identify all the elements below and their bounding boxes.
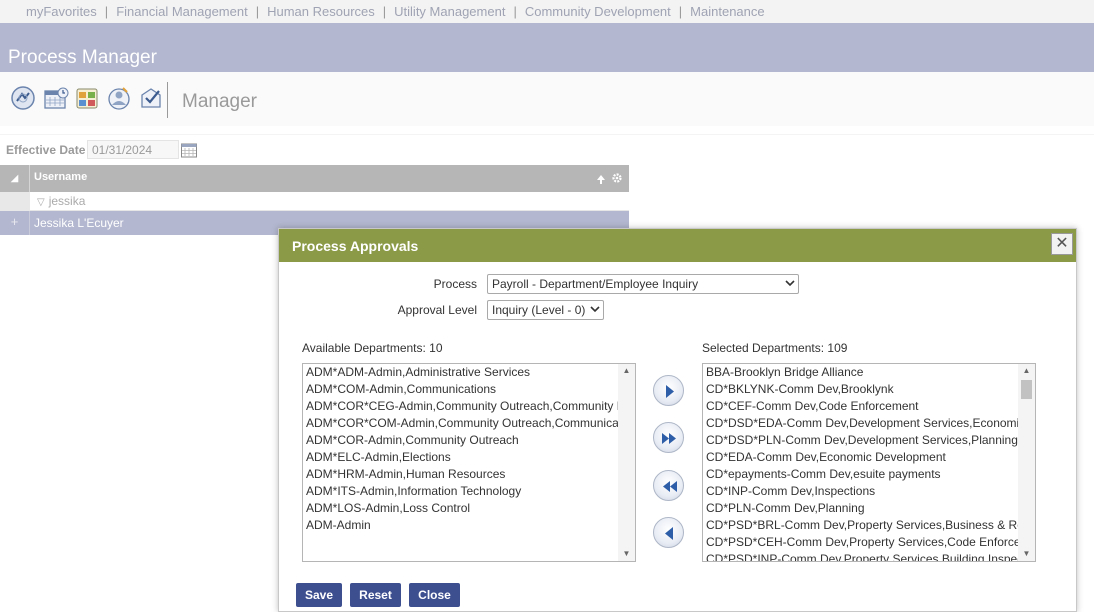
arrow-left-icon bbox=[665, 527, 673, 540]
list-item[interactable]: CD*PLN-Comm Dev,Planning bbox=[703, 500, 1020, 517]
scrollbar[interactable]: ▲ ▼ bbox=[618, 364, 635, 561]
close-button[interactable]: Close bbox=[409, 583, 460, 607]
toolbar: Manager bbox=[0, 72, 1094, 126]
collapse-icon[interactable]: ◢ bbox=[0, 165, 30, 192]
filter-icon: ▽ bbox=[37, 197, 45, 208]
process-select-value: Payroll - Department/Employee Inquiry bbox=[492, 277, 699, 291]
page-title: Process Manager bbox=[8, 47, 157, 68]
gear-icon[interactable] bbox=[611, 172, 623, 184]
username-filter-input[interactable]: ▽ jessika bbox=[31, 193, 628, 210]
list-item[interactable]: ADM*ADM-Admin,Administrative Services bbox=[303, 364, 635, 381]
selected-departments-list[interactable]: BBA-Brooklyn Bridge Alliance CD*BKLYNK-C… bbox=[702, 363, 1036, 562]
username-column-header[interactable]: Username bbox=[34, 171, 87, 183]
divider bbox=[0, 134, 1094, 135]
approvals-icon[interactable] bbox=[74, 85, 100, 111]
process-select[interactable]: Payroll - Department/Employee Inquiry bbox=[487, 274, 799, 294]
arrow-right-icon bbox=[666, 385, 674, 398]
available-departments-list[interactable]: ADM*ADM-Admin,Administrative Services AD… bbox=[302, 363, 636, 562]
filter-value: jessika bbox=[48, 194, 86, 208]
username-cell: Jessika L'Ecuyer bbox=[34, 216, 124, 230]
toolbar-divider bbox=[167, 82, 168, 118]
list-item[interactable]: CD*PSD*INP-Comm Dev,Property Services,Bu… bbox=[703, 551, 1020, 561]
nav-separator: | bbox=[104, 4, 109, 19]
nav-human-resources[interactable]: Human Resources bbox=[267, 4, 375, 19]
top-navigation: myFavorites | Financial Management | Hum… bbox=[0, 0, 1094, 23]
grid-filter-row: ▽ jessika bbox=[0, 192, 629, 211]
list-item[interactable]: CD*INP-Comm Dev,Inspections bbox=[703, 483, 1020, 500]
checkmark-process-icon[interactable] bbox=[138, 85, 164, 111]
dialog-title: Process Approvals bbox=[292, 238, 419, 254]
filter-row-cell bbox=[0, 192, 30, 211]
calendar-icon[interactable] bbox=[181, 142, 197, 158]
nav-utility-management[interactable]: Utility Management bbox=[394, 4, 505, 19]
approval-level-label: Approval Level bbox=[397, 303, 477, 317]
list-item[interactable]: ADM*LOS-Admin,Loss Control bbox=[303, 500, 635, 517]
list-item[interactable]: BBA-Brooklyn Bridge Alliance bbox=[703, 364, 1020, 381]
user-process-icon[interactable] bbox=[106, 85, 132, 111]
nav-separator: | bbox=[382, 4, 387, 19]
expand-icon[interactable]: + bbox=[0, 211, 30, 235]
double-arrow-left-icon bbox=[663, 481, 677, 492]
nav-financial-management[interactable]: Financial Management bbox=[116, 4, 248, 19]
nav-my-favorites[interactable]: myFavorites bbox=[26, 4, 97, 19]
list-item[interactable]: CD*EDA-Comm Dev,Economic Development bbox=[703, 449, 1020, 466]
list-item[interactable]: CD*PSD*CEH-Comm Dev,Property Services,Co… bbox=[703, 534, 1020, 551]
list-item[interactable]: CD*DSD*EDA-Comm Dev,Development Services… bbox=[703, 415, 1020, 432]
nav-separator: | bbox=[513, 4, 517, 19]
double-arrow-right-icon bbox=[662, 433, 676, 444]
list-item[interactable]: CD*CEF-Comm Dev,Code Enforcement bbox=[703, 398, 1020, 415]
process-icon[interactable] bbox=[10, 85, 36, 111]
scrollbar[interactable]: ▲ ▼ bbox=[1018, 364, 1035, 561]
reset-button[interactable]: Reset bbox=[350, 583, 401, 607]
list-item[interactable]: ADM*ITS-Admin,Information Technology bbox=[303, 483, 635, 500]
list-item[interactable]: ADM*COM-Admin,Communications bbox=[303, 381, 635, 398]
list-item[interactable]: ADM*HRM-Admin,Human Resources bbox=[303, 466, 635, 483]
nav-community-development[interactable]: Community Development bbox=[525, 4, 671, 19]
title-bar: Process Manager bbox=[0, 23, 1094, 72]
move-left-button[interactable] bbox=[653, 517, 684, 548]
calendar-grid-icon[interactable] bbox=[42, 85, 69, 111]
list-item[interactable]: ADM-Admin bbox=[303, 517, 635, 534]
nav-separator: | bbox=[678, 4, 683, 19]
available-departments-title: Available Departments: 10 bbox=[302, 341, 443, 355]
list-item[interactable]: CD*BKLYNK-Comm Dev,Brooklynk bbox=[703, 381, 1020, 398]
nav-separator: | bbox=[255, 4, 260, 19]
scroll-down-icon[interactable]: ▼ bbox=[618, 547, 635, 561]
move-all-right-button[interactable] bbox=[653, 422, 684, 453]
toolbar-title: Manager bbox=[182, 91, 257, 112]
list-item[interactable]: ADM*COR*CEG-Admin,Community Outreach,Com… bbox=[303, 398, 635, 415]
nav-maintenance[interactable]: Maintenance bbox=[690, 4, 764, 19]
scrollbar-thumb[interactable] bbox=[1021, 380, 1032, 399]
dialog-header: Process Approvals ✕ bbox=[279, 229, 1076, 262]
list-item[interactable]: CD*PSD*BRL-Comm Dev,Property Services,Bu… bbox=[703, 517, 1020, 534]
scroll-up-icon[interactable]: ▲ bbox=[618, 364, 635, 378]
effective-date-input[interactable]: 01/31/2024 bbox=[87, 140, 179, 159]
approval-level-select[interactable]: Inquiry (Level - 0) bbox=[487, 300, 604, 320]
approval-level-select-value: Inquiry (Level - 0) bbox=[492, 303, 586, 317]
scroll-up-icon[interactable]: ▲ bbox=[1018, 364, 1035, 378]
list-item[interactable]: CD*epayments-Comm Dev,esuite payments bbox=[703, 466, 1020, 483]
list-item[interactable]: ADM*COR-Admin,Community Outreach bbox=[303, 432, 635, 449]
save-button[interactable]: Save bbox=[296, 583, 342, 607]
list-item[interactable]: ADM*COR*COM-Admin,Community Outreach,Com… bbox=[303, 415, 635, 432]
move-right-button[interactable] bbox=[653, 375, 684, 406]
chevron-down-icon bbox=[590, 303, 600, 319]
move-all-left-button[interactable] bbox=[653, 470, 684, 501]
close-icon[interactable]: ✕ bbox=[1051, 233, 1073, 255]
selected-departments-title: Selected Departments: 109 bbox=[702, 341, 848, 355]
grid-header: ◢ Username bbox=[0, 165, 629, 192]
chevron-down-icon bbox=[785, 277, 795, 293]
process-approvals-dialog: Process Approvals ✕ Process Payroll - De… bbox=[278, 228, 1077, 612]
sort-up-icon[interactable] bbox=[596, 173, 606, 185]
process-label: Process bbox=[433, 277, 477, 291]
spacer bbox=[0, 126, 1094, 134]
list-item[interactable]: ADM*ELC-Admin,Elections bbox=[303, 449, 635, 466]
list-item[interactable]: CD*DSD*PLN-Comm Dev,Development Services… bbox=[703, 432, 1020, 449]
scroll-down-icon[interactable]: ▼ bbox=[1018, 547, 1035, 561]
effective-date-label: Effective Date bbox=[6, 143, 86, 157]
